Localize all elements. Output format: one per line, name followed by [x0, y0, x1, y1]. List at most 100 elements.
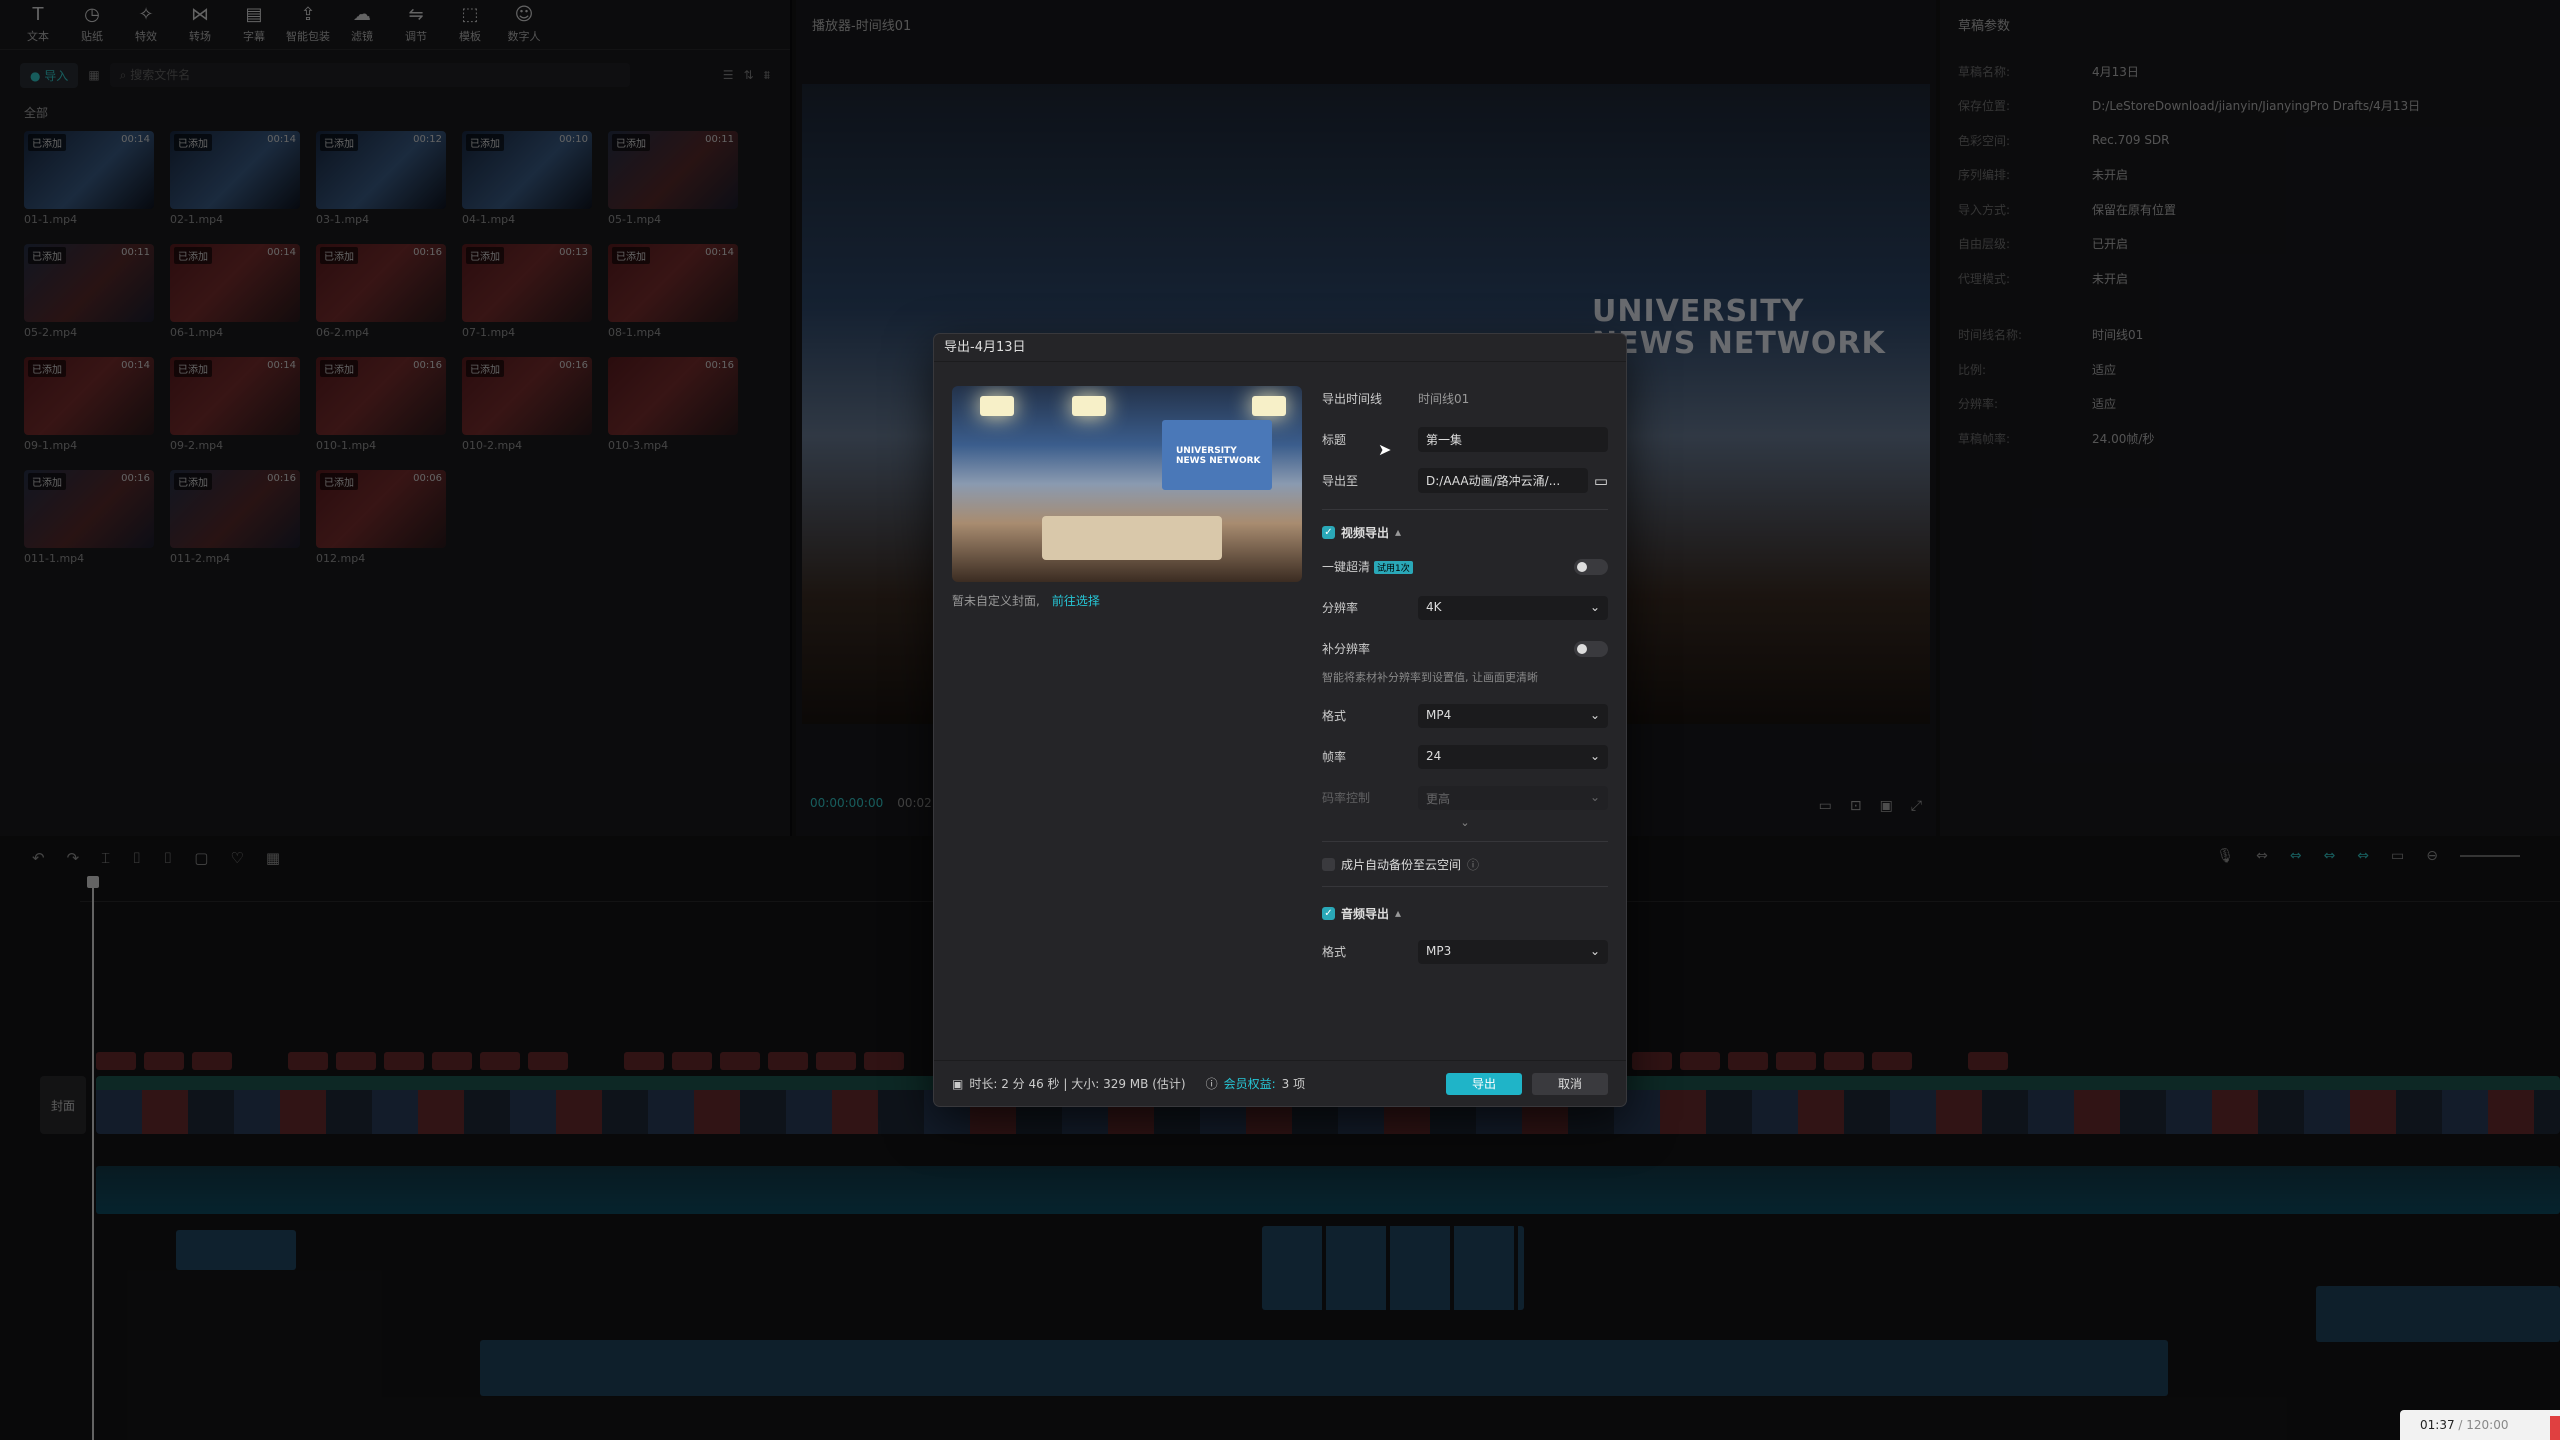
undo-icon[interactable]: ↶ [32, 849, 45, 867]
effect-clip[interactable] [1632, 1052, 1672, 1070]
tool-text[interactable]: T 文本 [14, 6, 62, 44]
fullscreen-icon[interactable]: ⤢ [1911, 798, 1922, 814]
media-clip[interactable]: 已添加 00:11 05-2.mp4 [24, 244, 154, 339]
marker-icon[interactable]: ♡ [230, 849, 243, 867]
clip-thumbnail[interactable]: 已添加 00:14 [170, 131, 300, 209]
clip-thumbnail[interactable]: 00:16 [608, 357, 738, 435]
media-clip[interactable]: 已添加 00:13 07-1.mp4 [462, 244, 592, 339]
cover-preview[interactable]: UNIVERSITY NEWS NETWORK [952, 386, 1302, 582]
media-clip[interactable]: 已添加 00:14 09-1.mp4 [24, 357, 154, 452]
audio-format-select[interactable]: MP3 ⌄ [1418, 939, 1608, 964]
media-clip[interactable]: 已添加 00:14 08-1.mp4 [608, 244, 738, 339]
split-right-icon[interactable]: ⌷ [163, 849, 172, 867]
clip-thumbnail[interactable]: 已添加 00:16 [316, 357, 446, 435]
tool-template[interactable]: ⬚ 模板 [446, 6, 494, 44]
effect-clip[interactable] [432, 1052, 472, 1070]
clip-thumbnail[interactable]: 已添加 00:12 [316, 131, 446, 209]
folder-icon[interactable]: ▭ [1594, 472, 1608, 490]
clip-thumbnail[interactable]: 已添加 00:10 [462, 131, 592, 209]
effect-clip[interactable] [672, 1052, 712, 1070]
split-icon[interactable]: ⌶ [101, 849, 110, 867]
effect-clip[interactable] [192, 1052, 232, 1070]
effect-clip[interactable] [816, 1052, 856, 1070]
tool-effects[interactable]: ✧ 特效 [122, 6, 170, 44]
import-button[interactable]: ● 导入 [20, 62, 79, 88]
tool-smart-package[interactable]: ⇪ 智能包装 [284, 6, 332, 44]
list-view-icon[interactable]: ☰ [723, 68, 734, 82]
snap-icon[interactable]: ⇔ [2290, 848, 2302, 864]
effect-clip[interactable] [720, 1052, 760, 1070]
export-button[interactable]: 导出 [1446, 1072, 1522, 1095]
clip-thumbnail[interactable]: 已添加 00:11 [608, 131, 738, 209]
cloud-backup-checkbox[interactable]: 成片自动备份至云空间 ⓘ [1322, 854, 1608, 874]
music-clip-right[interactable] [2316, 1286, 2560, 1342]
effect-clip[interactable] [528, 1052, 568, 1070]
zoom-slider[interactable] [2460, 855, 2520, 857]
effect-clip[interactable] [288, 1052, 328, 1070]
cancel-button[interactable]: 取消 [1532, 1072, 1608, 1095]
clip-thumbnail[interactable]: 已添加 00:13 [462, 244, 592, 322]
effect-clip[interactable] [1872, 1052, 1912, 1070]
clip-thumbnail[interactable]: 已添加 00:14 [170, 244, 300, 322]
resolution-select[interactable]: 4K ⌄ [1418, 595, 1608, 620]
filter-icon[interactable]: ⩩ [764, 68, 770, 83]
clip-thumbnail[interactable]: 已添加 00:14 [24, 131, 154, 209]
collapse-icon[interactable]: ▴ [1395, 525, 1401, 539]
media-clip[interactable]: 已添加 00:14 09-2.mp4 [170, 357, 300, 452]
clip-thumbnail[interactable]: 已添加 00:14 [608, 244, 738, 322]
ai-icon[interactable]: ▦ [266, 849, 280, 867]
frame-interp-toggle[interactable] [1574, 640, 1608, 657]
tool-transition[interactable]: ⋈ 转场 [176, 6, 224, 44]
media-clip[interactable]: 已添加 00:16 010-2.mp4 [462, 357, 592, 452]
media-clip[interactable]: 已添加 00:16 011-1.mp4 [24, 470, 154, 565]
audio-track-main[interactable] [96, 1166, 2560, 1214]
collapse-icon[interactable]: ▴ [1395, 906, 1401, 920]
tool-adjust[interactable]: ⇋ 调节 [392, 6, 440, 44]
tool-filter[interactable]: ☁ 滤镜 [338, 6, 386, 44]
framerate-select[interactable]: 24 ⌄ [1418, 744, 1608, 769]
music-track[interactable] [480, 1340, 2168, 1396]
media-clip[interactable]: 已添加 00:14 06-1.mp4 [170, 244, 300, 339]
snapshot-icon[interactable]: ⊡ [1850, 798, 1862, 814]
media-clip[interactable]: 已添加 00:16 010-1.mp4 [316, 357, 446, 452]
effect-clip[interactable] [96, 1052, 136, 1070]
mic-icon[interactable]: 🎙 [2216, 848, 2234, 864]
media-clip[interactable]: 已添加 00:11 05-1.mp4 [608, 131, 738, 226]
linkage-icon[interactable]: ⇔ [2357, 848, 2369, 864]
clip-thumbnail[interactable]: 已添加 00:14 [24, 357, 154, 435]
media-clip[interactable]: 已添加 00:10 04-1.mp4 [462, 131, 592, 226]
title-input[interactable]: 第一集 [1418, 427, 1608, 452]
tool-digital-human[interactable]: ☺ 数字人 [500, 6, 548, 44]
expand-more-icon[interactable]: ⌄ [1322, 816, 1608, 829]
effect-clip[interactable] [336, 1052, 376, 1070]
effect-clip[interactable] [1728, 1052, 1768, 1070]
audio-clip-group[interactable] [1262, 1226, 1524, 1310]
clip-thumbnail[interactable]: 已添加 00:06 [316, 470, 446, 548]
super-res-toggle[interactable] [1574, 558, 1608, 575]
audio-export-checkbox[interactable]: ✓ 音频导出 ▴ [1322, 903, 1608, 923]
proxy-icon[interactable]: ▣ [1880, 798, 1893, 814]
clip-thumbnail[interactable]: 已添加 00:11 [24, 244, 154, 322]
clip-thumbnail[interactable]: 已添加 00:14 [170, 357, 300, 435]
clip-thumbnail[interactable]: 已添加 00:16 [462, 357, 592, 435]
effect-clip[interactable] [624, 1052, 664, 1070]
effect-clip[interactable] [144, 1052, 184, 1070]
media-clip[interactable]: 已添加 00:16 06-2.mp4 [316, 244, 446, 339]
grid-view-icon[interactable]: ▦ [88, 68, 99, 82]
media-clip[interactable]: 已添加 00:14 01-1.mp4 [24, 131, 154, 226]
effect-clip[interactable] [384, 1052, 424, 1070]
redo-icon[interactable]: ↷ [67, 849, 80, 867]
clip-thumbnail[interactable]: 已添加 00:16 [24, 470, 154, 548]
playhead[interactable] [87, 876, 99, 1440]
clip-thumbnail[interactable]: 已添加 00:16 [316, 244, 446, 322]
effect-clip[interactable] [1968, 1052, 2008, 1070]
choose-cover-link[interactable]: 前往选择 [1052, 594, 1100, 608]
search-input[interactable]: ⌕ 搜索文件名 [109, 63, 630, 87]
ratio-icon[interactable]: ▭ [1819, 798, 1832, 814]
effect-clip[interactable] [864, 1052, 904, 1070]
delete-icon[interactable]: ▢ [194, 849, 208, 867]
media-clip[interactable]: 00:16 010-3.mp4 [608, 357, 738, 452]
effect-clip[interactable] [768, 1052, 808, 1070]
effect-clip[interactable] [480, 1052, 520, 1070]
bitrate-select[interactable]: 更高 ⌄ [1418, 785, 1608, 810]
